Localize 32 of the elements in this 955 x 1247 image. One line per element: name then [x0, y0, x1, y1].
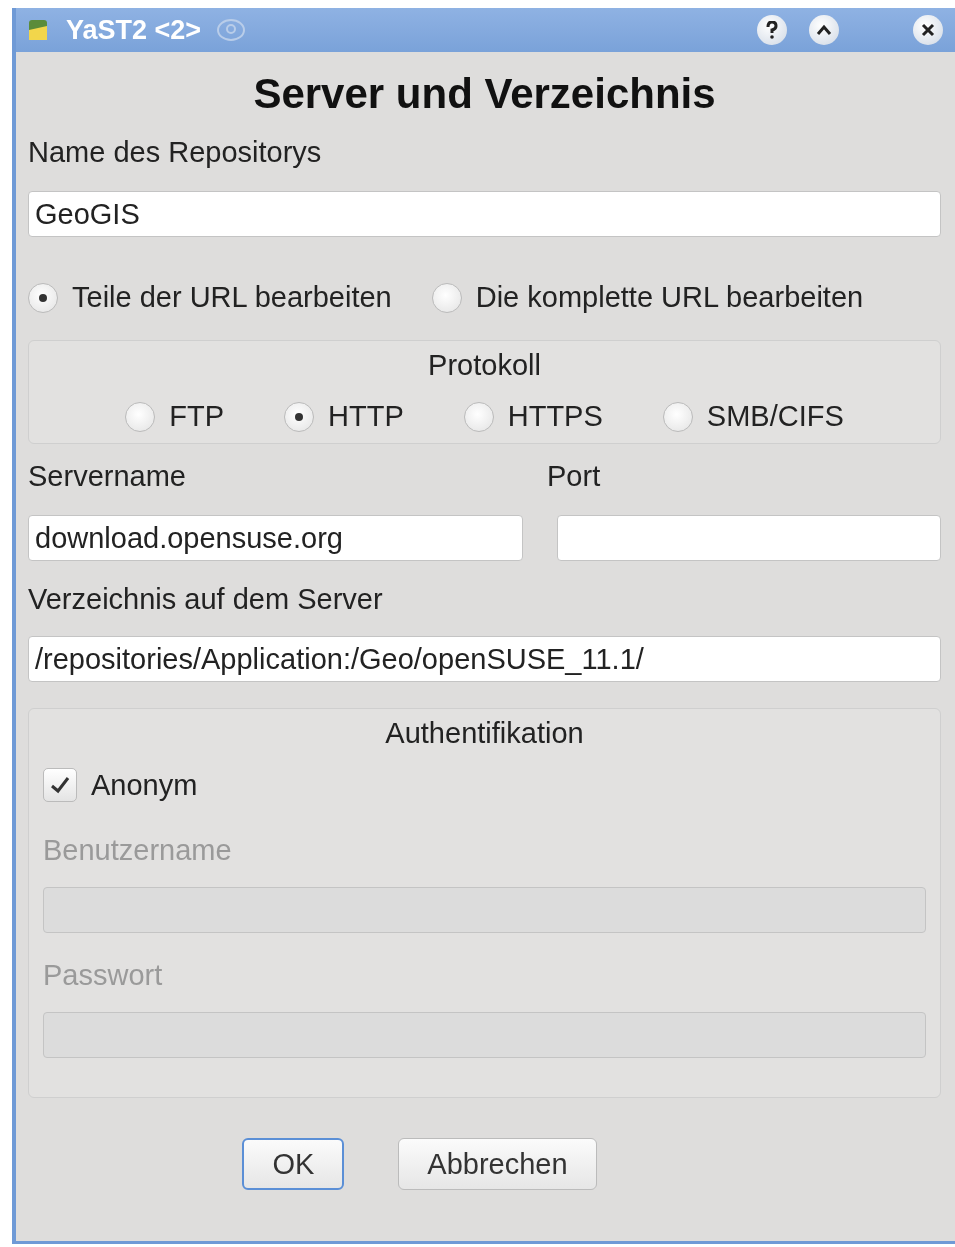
radio-option[interactable]: HTTPS	[463, 400, 603, 433]
group-title: Protokoll	[427, 349, 542, 382]
field-label: Verzeichnis auf dem Server	[28, 583, 384, 616]
window-title: YaST2 <2>	[66, 14, 202, 46]
ok-button[interactable]: OK	[242, 1138, 345, 1190]
input-field[interactable]	[557, 515, 941, 561]
group-title: Authentifikation	[384, 717, 585, 750]
field-label: Servername	[28, 460, 187, 493]
input-field[interactable]	[43, 1012, 926, 1058]
cancel-button[interactable]: Abbrechen	[398, 1138, 597, 1190]
checkbox-option[interactable]: Anonym	[43, 768, 926, 802]
radio-option[interactable]: SMB/CIFS	[662, 400, 844, 433]
close-button[interactable]	[913, 15, 943, 45]
collapse-button[interactable]	[809, 15, 839, 45]
field-label: Benutzername	[43, 834, 233, 867]
input-field[interactable]: GeoGIS	[28, 191, 941, 237]
field-label: Port	[547, 460, 602, 493]
help-icon	[765, 21, 779, 39]
dialog-heading: Server und Verzeichnis	[252, 70, 717, 118]
chevron-up-icon	[816, 24, 832, 36]
field-label: Name des Repositorys	[28, 136, 323, 169]
input-field[interactable]	[43, 887, 926, 933]
radio-option[interactable]: Die komplette URL bearbeiten	[431, 281, 864, 314]
field-label: Passwort	[43, 959, 164, 992]
radio-option[interactable]: Teile der URL bearbeiten	[28, 281, 392, 314]
input-field[interactable]: /repositories/Application:/Geo/openSUSE_11.1/	[28, 636, 941, 682]
checkmark-icon	[50, 776, 70, 794]
input-field[interactable]: download.opensuse.org	[28, 515, 523, 561]
radio-option[interactable]: FTP	[125, 400, 224, 433]
help-button[interactable]	[757, 15, 787, 45]
close-icon	[921, 23, 935, 37]
radio-option[interactable]: HTTP	[284, 400, 404, 433]
